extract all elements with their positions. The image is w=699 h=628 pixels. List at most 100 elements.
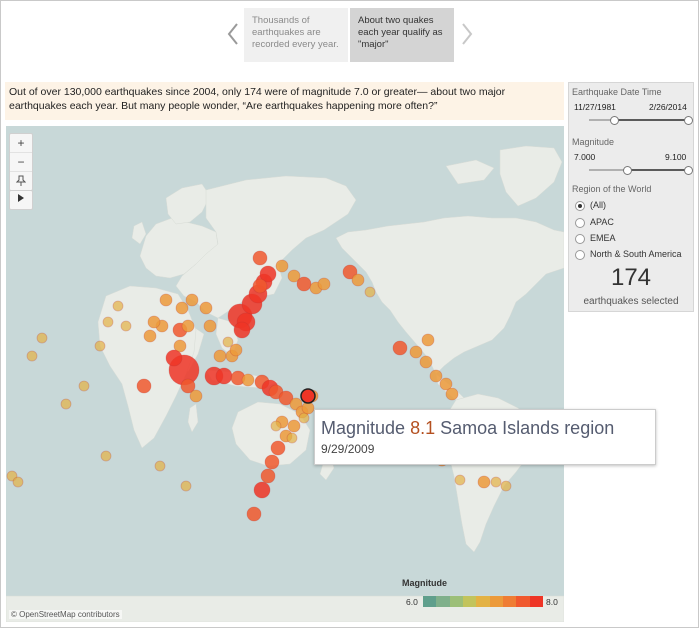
earthquake-marker[interactable]: [185, 293, 199, 307]
earthquake-marker[interactable]: [60, 398, 72, 410]
earthquake-points-layer[interactable]: [6, 126, 564, 622]
legend-color-swatch: [436, 596, 450, 607]
earthquake-marker[interactable]: [421, 333, 435, 347]
magnitude-slider-min-handle[interactable]: [622, 165, 632, 175]
story-point-2[interactable]: About two quakes each year qualify as "m…: [350, 8, 454, 62]
pin-icon[interactable]: [10, 172, 32, 190]
magnitude-filter-max: 9.100: [665, 152, 687, 162]
earthquake-marker[interactable]: [36, 332, 48, 344]
earthquake-marker[interactable]: [409, 345, 423, 359]
earthquake-marker[interactable]: [264, 454, 280, 470]
earthquake-marker[interactable]: [78, 380, 90, 392]
earthquake-marker[interactable]: [445, 387, 459, 401]
earthquake-count-label: earthquakes selected: [583, 296, 679, 307]
legend-color-ramp: [423, 596, 543, 607]
legend-color-swatch: [489, 596, 503, 607]
earthquake-marker[interactable]: [143, 329, 157, 343]
earthquake-marker[interactable]: [298, 412, 310, 424]
tooltip-region: Samoa Islands region: [440, 418, 615, 438]
earthquake-marker[interactable]: [165, 349, 183, 367]
earthquake-marker[interactable]: [136, 378, 152, 394]
region-filter-title: Region of the World: [572, 184, 652, 194]
earthquake-marker[interactable]: [270, 440, 286, 456]
radio-icon[interactable]: [575, 250, 585, 260]
earthquake-marker[interactable]: [26, 350, 38, 362]
date-slider-min-handle[interactable]: [609, 115, 619, 125]
earthquake-marker[interactable]: [147, 315, 161, 329]
earthquake-marker[interactable]: [120, 320, 132, 332]
earthquake-count: 174: [610, 264, 652, 291]
zoom-in-button[interactable]: +: [10, 134, 32, 153]
tooltip-title: Magnitude 8.1 Samoa Islands region: [321, 418, 649, 439]
earthquake-marker[interactable]: [241, 373, 255, 387]
region-option-label: North & South America: [590, 249, 682, 259]
earthquake-marker[interactable]: [102, 316, 114, 328]
earthquake-marker[interactable]: [154, 460, 166, 472]
magnitude-legend: Magnitude 6.0 8.0: [402, 578, 562, 607]
earthquake-marker[interactable]: [500, 480, 512, 492]
magnitude-range-slider[interactable]: [589, 165, 693, 175]
earthquake-marker[interactable]: [229, 343, 243, 357]
story-point-1[interactable]: Thousands of earthquakes are recorded ev…: [244, 8, 348, 62]
tooltip-prefix: Magnitude: [321, 418, 406, 438]
earthquake-marker[interactable]: [159, 293, 173, 307]
date-range-slider[interactable]: [589, 115, 693, 125]
earthquake-marker[interactable]: [215, 367, 233, 385]
radio-icon[interactable]: [575, 218, 585, 228]
story-caption: Out of over 130,000 earthquakes since 20…: [5, 82, 564, 120]
earthquake-marker[interactable]: [253, 481, 271, 499]
earthquake-marker[interactable]: [296, 276, 312, 292]
earthquake-marker[interactable]: [301, 401, 315, 415]
earthquake-marker[interactable]: [112, 300, 124, 312]
earthquake-marker[interactable]: [203, 319, 217, 333]
legend-color-swatch: [516, 596, 530, 607]
story-point-1-label: Thousands of earthquakes are recorded ev…: [252, 15, 339, 50]
earthquake-marker[interactable]: [454, 474, 466, 486]
radio-icon[interactable]: [575, 234, 585, 244]
date-slider-max-handle[interactable]: [684, 115, 693, 125]
earthquake-marker[interactable]: [317, 277, 331, 291]
legend-color-swatch: [449, 596, 463, 607]
expand-toolbar-icon[interactable]: [9, 190, 33, 210]
earthquake-marker[interactable]: [100, 450, 112, 462]
earthquake-marker[interactable]: [477, 475, 491, 489]
previous-story-arrow-icon[interactable]: [226, 22, 240, 46]
earthquake-marker[interactable]: [180, 480, 192, 492]
legend-min: 6.0: [406, 597, 418, 607]
legend-color-swatch: [423, 596, 437, 607]
map-attribution[interactable]: © OpenStreetMap contributors: [9, 610, 122, 619]
earthquake-tooltip: Magnitude 8.1 Samoa Islands region 9/29/…: [314, 409, 656, 465]
earthquake-marker[interactable]: [287, 419, 301, 433]
earthquake-marker[interactable]: [233, 321, 251, 339]
earthquake-marker[interactable]: [252, 278, 268, 294]
earthquake-marker[interactable]: [12, 476, 24, 488]
earthquake-marker[interactable]: [419, 355, 433, 369]
earthquake-marker[interactable]: [246, 506, 262, 522]
zoom-out-button[interactable]: −: [10, 153, 32, 172]
earthquake-marker[interactable]: [199, 301, 213, 315]
tooltip-magnitude: 8.1: [410, 418, 436, 438]
map-zoom-controls[interactable]: + −: [9, 133, 33, 191]
earthquake-marker[interactable]: [364, 286, 376, 298]
magnitude-slider-max-handle[interactable]: [684, 165, 693, 175]
earthquake-marker[interactable]: [392, 340, 408, 356]
earthquake-marker[interactable]: [429, 369, 443, 383]
magnitude-filter-title: Magnitude: [572, 137, 615, 147]
earthquake-marker[interactable]: [213, 349, 227, 363]
radio-icon[interactable]: [575, 201, 585, 211]
earthquake-marker[interactable]: [270, 420, 282, 432]
next-story-arrow-icon[interactable]: [460, 22, 474, 46]
earthquake-marker[interactable]: [490, 476, 502, 488]
earthquake-marker[interactable]: [351, 273, 365, 287]
earthquake-marker[interactable]: [175, 301, 189, 315]
earthquake-marker[interactable]: [286, 432, 298, 444]
earthquake-marker[interactable]: [189, 389, 203, 403]
earthquake-marker[interactable]: [252, 250, 268, 266]
highlighted-earthquake-marker[interactable]: [300, 388, 316, 404]
earthquake-marker[interactable]: [260, 468, 276, 484]
earthquake-marker[interactable]: [275, 259, 289, 273]
earthquake-marker[interactable]: [94, 340, 106, 352]
earthquake-marker[interactable]: [181, 319, 195, 333]
earthquake-map[interactable]: [6, 126, 564, 622]
date-filter-title: Earthquake Date Time: [572, 87, 662, 97]
